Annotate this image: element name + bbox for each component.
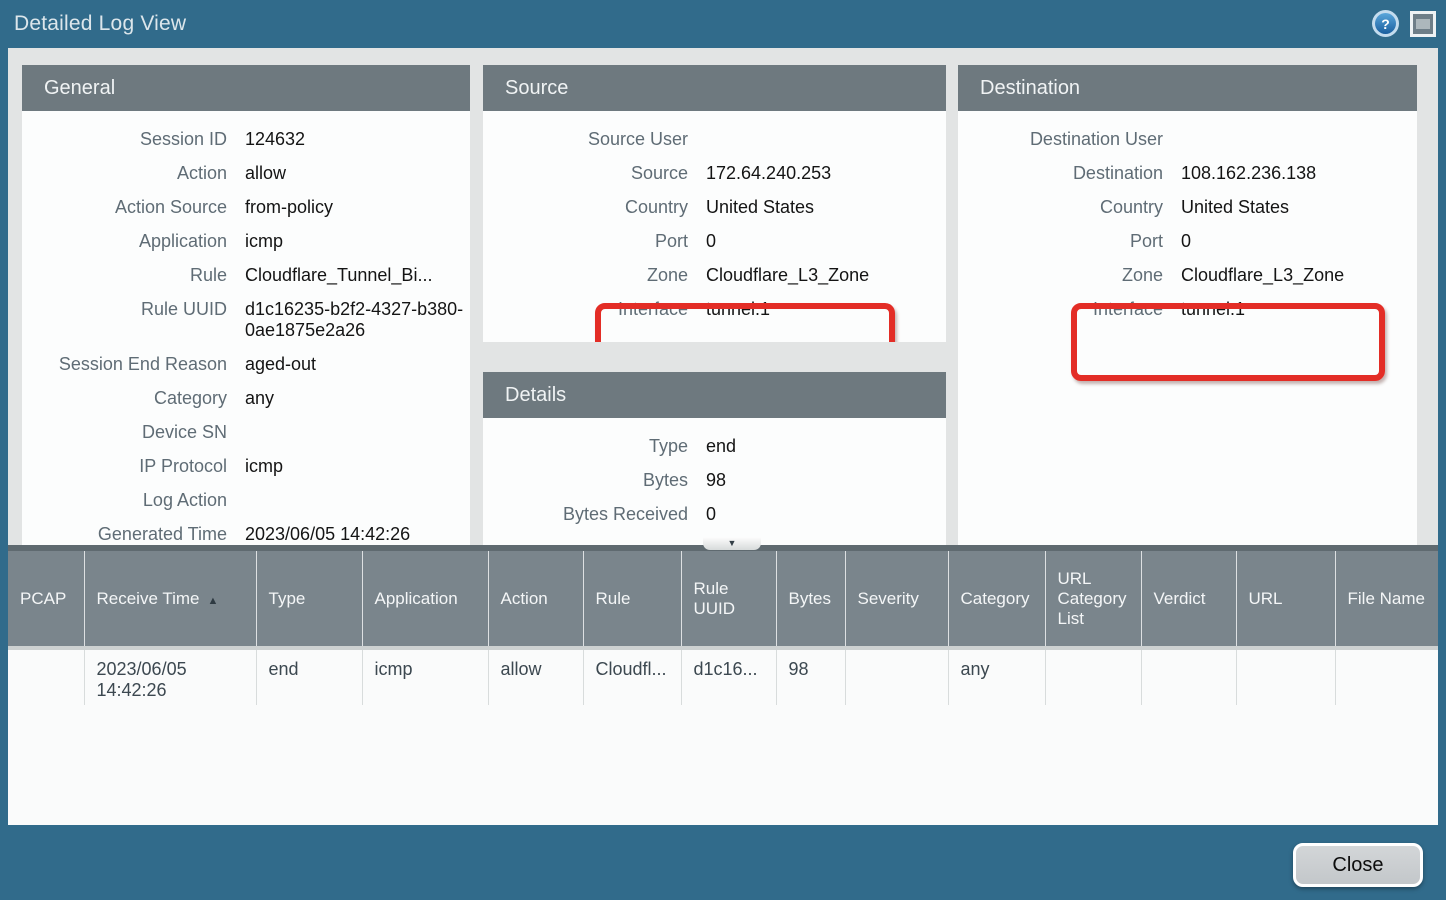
column-header-rule-uuid[interactable]: Rule UUID xyxy=(681,551,776,648)
destination-panel: Destination Destination User Destination… xyxy=(958,65,1417,545)
field-type: Typeend xyxy=(483,430,946,464)
log-table-section: PCAP Receive Time▲ Type Application Acti… xyxy=(8,545,1438,825)
column-header-category[interactable]: Category xyxy=(948,551,1045,648)
field-source-zone: ZoneCloudflare_L3_Zone xyxy=(483,259,946,293)
field-session-end-reason: Session End Reasonaged-out xyxy=(22,348,470,382)
column-header-url-category-list[interactable]: URL Category List xyxy=(1045,551,1141,648)
cell-pcap xyxy=(8,648,84,705)
log-table-header-row: PCAP Receive Time▲ Type Application Acti… xyxy=(8,551,1438,648)
field-device-sn: Device SN xyxy=(22,416,470,450)
field-session-id: Session ID124632 xyxy=(22,123,470,157)
field-destination-country: CountryUnited States xyxy=(958,191,1417,225)
cell-application: icmp xyxy=(362,648,488,705)
column-header-severity[interactable]: Severity xyxy=(845,551,948,648)
source-panel: Source Source User Source172.64.240.253 … xyxy=(483,65,946,342)
column-header-type[interactable]: Type xyxy=(256,551,362,648)
column-header-application[interactable]: Application xyxy=(362,551,488,648)
help-icon-glyph: ? xyxy=(1375,13,1396,34)
field-generated-time: Generated Time2023/06/05 14:42:26 xyxy=(22,518,470,545)
cell-rule: Cloudfl... xyxy=(583,648,681,705)
column-header-verdict[interactable]: Verdict xyxy=(1141,551,1236,648)
column-header-pcap[interactable]: PCAP xyxy=(8,551,84,648)
column-header-url[interactable]: URL xyxy=(1236,551,1335,648)
cell-type: end xyxy=(256,648,362,705)
general-panel: General Session ID124632 Actionallow Act… xyxy=(22,65,470,545)
details-panel-rows: Typeend Bytes98 Bytes Received0 xyxy=(483,418,946,532)
field-action-source: Action Sourcefrom-policy xyxy=(22,191,470,225)
field-action: Actionallow xyxy=(22,157,470,191)
log-table: PCAP Receive Time▲ Type Application Acti… xyxy=(8,551,1438,705)
column-header-rule[interactable]: Rule xyxy=(583,551,681,648)
field-rule: RuleCloudflare_Tunnel_Bi... xyxy=(22,259,470,293)
help-icon[interactable]: ? xyxy=(1372,10,1399,37)
general-panel-rows: Session ID124632 Actionallow Action Sour… xyxy=(22,111,470,545)
field-source-country: CountryUnited States xyxy=(483,191,946,225)
dialog-titlebar: Detailed Log View ? xyxy=(0,0,1446,48)
cell-url-category-list xyxy=(1045,648,1141,705)
page-title: Detailed Log View xyxy=(0,12,186,36)
field-destination-port: Port0 xyxy=(958,225,1417,259)
field-destination-user: Destination User xyxy=(958,123,1417,157)
dialog-content: General Session ID124632 Actionallow Act… xyxy=(8,48,1438,825)
field-source-interface: Interfacetunnel.1 xyxy=(483,293,946,327)
cell-rule-uuid: d1c16... xyxy=(681,648,776,705)
field-destination-interface: Interfacetunnel.1 xyxy=(958,293,1417,327)
field-log-action: Log Action xyxy=(22,484,470,518)
cell-action: allow xyxy=(488,648,583,705)
cell-file-name xyxy=(1335,648,1438,705)
field-application: Applicationicmp xyxy=(22,225,470,259)
titlebar-icons: ? xyxy=(1372,10,1436,37)
field-source: Source172.64.240.253 xyxy=(483,157,946,191)
collapse-panels-handle[interactable]: ▼ xyxy=(703,537,761,550)
sort-ascending-icon: ▲ xyxy=(207,595,218,607)
collapse-icon: ▼ xyxy=(728,539,737,548)
cell-category: any xyxy=(948,648,1045,705)
column-header-file-name[interactable]: File Name xyxy=(1335,551,1438,648)
cell-severity xyxy=(845,648,948,705)
column-header-action[interactable]: Action xyxy=(488,551,583,648)
field-ip-protocol: IP Protocolicmp xyxy=(22,450,470,484)
details-panel: Details Typeend Bytes98 Bytes Received0 xyxy=(483,372,946,545)
maximize-icon-pane xyxy=(1416,19,1430,29)
close-button[interactable]: Close xyxy=(1293,843,1423,887)
cell-verdict xyxy=(1141,648,1236,705)
column-header-bytes[interactable]: Bytes xyxy=(776,551,845,648)
field-source-user: Source User xyxy=(483,123,946,157)
details-panel-header: Details xyxy=(483,372,946,418)
destination-panel-header: Destination xyxy=(958,65,1417,111)
field-category: Categoryany xyxy=(22,382,470,416)
field-destination-zone: ZoneCloudflare_L3_Zone xyxy=(958,259,1417,293)
field-destination: Destination108.162.236.138 xyxy=(958,157,1417,191)
cell-receive-time: 2023/06/05 14:42:26 xyxy=(84,648,256,705)
maximize-icon[interactable] xyxy=(1410,11,1436,37)
cell-bytes: 98 xyxy=(776,648,845,705)
cell-url xyxy=(1236,648,1335,705)
column-header-receive-time[interactable]: Receive Time▲ xyxy=(84,551,256,648)
source-panel-header: Source xyxy=(483,65,946,111)
field-source-port: Port0 xyxy=(483,225,946,259)
field-bytes: Bytes98 xyxy=(483,464,946,498)
source-panel-rows: Source User Source172.64.240.253 Country… xyxy=(483,111,946,327)
field-rule-uuid: Rule UUIDd1c16235-b2f2-4327-b380-0ae1875… xyxy=(22,293,470,348)
log-table-row[interactable]: 2023/06/05 14:42:26 end icmp allow Cloud… xyxy=(8,648,1438,705)
field-bytes-received: Bytes Received0 xyxy=(483,498,946,532)
general-panel-header: General xyxy=(22,65,470,111)
destination-panel-rows: Destination User Destination108.162.236.… xyxy=(958,111,1417,327)
